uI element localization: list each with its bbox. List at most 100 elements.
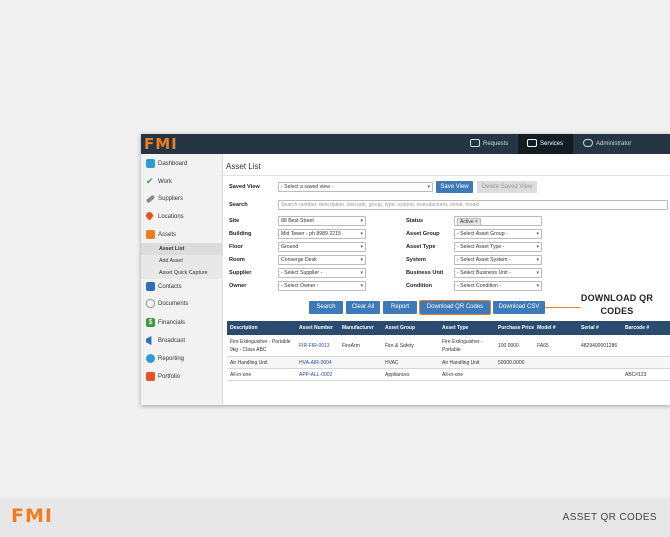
site-select[interactable]: 88 Best Street ▾ <box>278 216 366 226</box>
cell-barcode: ABC#123 <box>625 372 647 378</box>
system-select[interactable]: - Select Asset System - ▾ <box>454 255 542 265</box>
floor-select[interactable]: Ground ▾ <box>278 242 366 252</box>
cell-description: Fire Extinguisher - Portable 9kg - Class… <box>230 339 291 353</box>
saved-view-value: - Select a saved view - <box>281 184 334 190</box>
sidebar-item-assets[interactable]: Assets <box>141 228 223 242</box>
sidebar-item-documents[interactable]: Documents <box>141 297 223 311</box>
chevron-down-icon: ▾ <box>360 218 363 224</box>
condition-select[interactable]: - Select Condition - ▾ <box>454 281 542 291</box>
table-row[interactable]: All-in-one APP-ALL-0002 Appliances All-i… <box>227 369 670 381</box>
asset-group-select[interactable]: - Select Asset Group - ▾ <box>454 229 542 239</box>
status-label: Status <box>406 218 424 224</box>
building-label: Building <box>229 231 252 237</box>
dollar-icon: $ <box>146 318 155 327</box>
column-header[interactable]: Barcode # <box>625 321 649 335</box>
saved-view-select[interactable]: - Select a saved view - ▾ <box>278 182 433 192</box>
nav-administrator[interactable]: Administrator <box>579 134 649 154</box>
cell-purchase-price: 50000.0000 <box>498 360 525 366</box>
cell-model: FA65 <box>537 343 549 349</box>
search-input[interactable]: Search number, description, barcode, gro… <box>278 200 668 210</box>
contacts-icon <box>146 282 155 291</box>
map-pin-icon <box>144 210 155 221</box>
chevron-down-icon: ▾ <box>427 184 430 190</box>
sidebar-subitem-asset-list[interactable]: Asset List <box>141 243 223 255</box>
sidebar-item-label: Suppliers <box>158 196 184 202</box>
cell-asset-number[interactable]: HVA-AIR-0004 <box>299 359 332 367</box>
status-tag-label: Active <box>460 219 474 225</box>
cell-asset-group: Appliances <box>385 372 410 378</box>
delete-saved-view-button[interactable]: Delete Saved View <box>477 181 537 193</box>
asset-group-label: Asset Group <box>406 231 440 237</box>
column-header[interactable]: Manufacturer <box>342 321 374 335</box>
column-header[interactable]: Model # <box>537 321 556 335</box>
sidebar-item-label: Locations <box>158 214 184 220</box>
sidebar-item-dashboard[interactable]: Dashboard <box>141 157 223 171</box>
sidebar-item-label: Work <box>158 179 172 185</box>
cell-asset-group: Fire & Safety <box>385 343 414 349</box>
chevron-down-icon: ▾ <box>536 283 539 289</box>
chevron-down-icon: ▾ <box>360 257 363 263</box>
cell-asset-type: All-in-one <box>442 372 464 378</box>
column-header[interactable]: Asset Number <box>299 321 333 335</box>
nav-services[interactable]: Services <box>518 134 573 154</box>
search-button[interactable]: Search <box>309 301 343 314</box>
slide-footer: FMI ASSET QR CODES <box>0 498 670 537</box>
column-header[interactable]: Serial # <box>581 321 599 335</box>
table-row[interactable]: Fire Extinguisher - Portable 9kg - Class… <box>227 335 670 357</box>
status-multiselect[interactable]: Active × <box>454 216 542 226</box>
business-unit-value: - Select Business Unit - <box>457 270 511 276</box>
cell-description: Air Handling Unit <box>230 360 268 366</box>
owner-select[interactable]: - Select Owner - ▾ <box>278 281 366 291</box>
asset-type-select[interactable]: - Select Asset Type - ▾ <box>454 242 542 252</box>
supplier-select[interactable]: - Select Supplier - ▾ <box>278 268 366 278</box>
column-header[interactable]: Purchase Price <box>498 321 534 335</box>
chevron-down-icon: ▾ <box>360 270 363 276</box>
chevron-down-icon: ▾ <box>536 231 539 237</box>
chevron-down-icon: ▾ <box>360 283 363 289</box>
fmi-logo[interactable]: FMI <box>144 135 178 153</box>
business-unit-select[interactable]: - Select Business Unit - ▾ <box>454 268 542 278</box>
title-divider <box>223 175 670 176</box>
report-button[interactable]: Report <box>383 301 417 314</box>
column-header[interactable]: Asset Group <box>385 321 415 335</box>
briefcase-icon <box>146 372 155 381</box>
sidebar-item-contacts[interactable]: Contacts <box>141 280 223 294</box>
megaphone-icon <box>146 336 152 345</box>
room-select[interactable]: Conserge Desk ▾ <box>278 255 366 265</box>
close-icon[interactable]: × <box>475 219 478 225</box>
cell-asset-number[interactable]: APP-ALL-0002 <box>299 371 332 379</box>
condition-label: Condition <box>406 283 433 289</box>
save-view-button[interactable]: Save View <box>436 181 473 193</box>
sidebar-subitem-add-asset[interactable]: Add Asset <box>141 255 223 267</box>
clear-all-button[interactable]: Clear All <box>346 301 380 314</box>
cell-purchase-price: 100.0000 <box>498 343 519 349</box>
camera-icon <box>470 139 480 148</box>
reporting-icon <box>146 354 155 363</box>
sidebar-item-broadcast[interactable]: Broadcast <box>141 334 223 348</box>
column-header[interactable]: Asset Type <box>442 321 468 335</box>
saved-view-label: Saved View <box>229 184 260 190</box>
sidebar-item-reporting[interactable]: Reporting <box>141 352 223 366</box>
room-value: Conserge Desk <box>281 257 317 263</box>
cell-asset-type: Fire Extinguisher - Portable <box>442 339 483 353</box>
download-csv-button[interactable]: Download CSV <box>493 301 545 314</box>
nav-requests[interactable]: Requests <box>464 134 516 154</box>
building-select[interactable]: Mid Tower - ph 8989 2215 ▾ <box>278 229 366 239</box>
chevron-down-icon: ▾ <box>536 244 539 250</box>
column-header[interactable]: Description <box>230 321 258 335</box>
sidebar: Dashboard ✔ Work Suppliers Locations Asse… <box>141 154 223 405</box>
nav-administrator-label: Administrator <box>596 141 632 147</box>
sidebar-item-locations[interactable]: Locations <box>141 210 223 224</box>
cell-asset-number[interactable]: FIR-FIR-0013 <box>299 342 330 350</box>
table-row[interactable]: Air Handling Unit HVA-AIR-0004 HVAC Air … <box>227 357 670 369</box>
sidebar-item-label: Reporting <box>158 356 185 362</box>
cell-asset-type: Air Handling Unit <box>442 360 480 366</box>
sidebar-item-financials[interactable]: $ Financials <box>141 316 223 330</box>
sidebar-item-portfolio[interactable]: Portfolio <box>141 370 223 384</box>
sidebar-item-suppliers[interactable]: Suppliers <box>141 192 223 206</box>
download-qr-codes-button[interactable]: Download QR Codes <box>419 300 491 315</box>
sidebar-subitem-asset-quick-capture[interactable]: Asset Quick Capture <box>141 267 223 279</box>
sidebar-item-work[interactable]: ✔ Work <box>141 175 223 189</box>
assets-icon <box>146 230 155 239</box>
sidebar-item-label: Contacts <box>158 284 182 290</box>
